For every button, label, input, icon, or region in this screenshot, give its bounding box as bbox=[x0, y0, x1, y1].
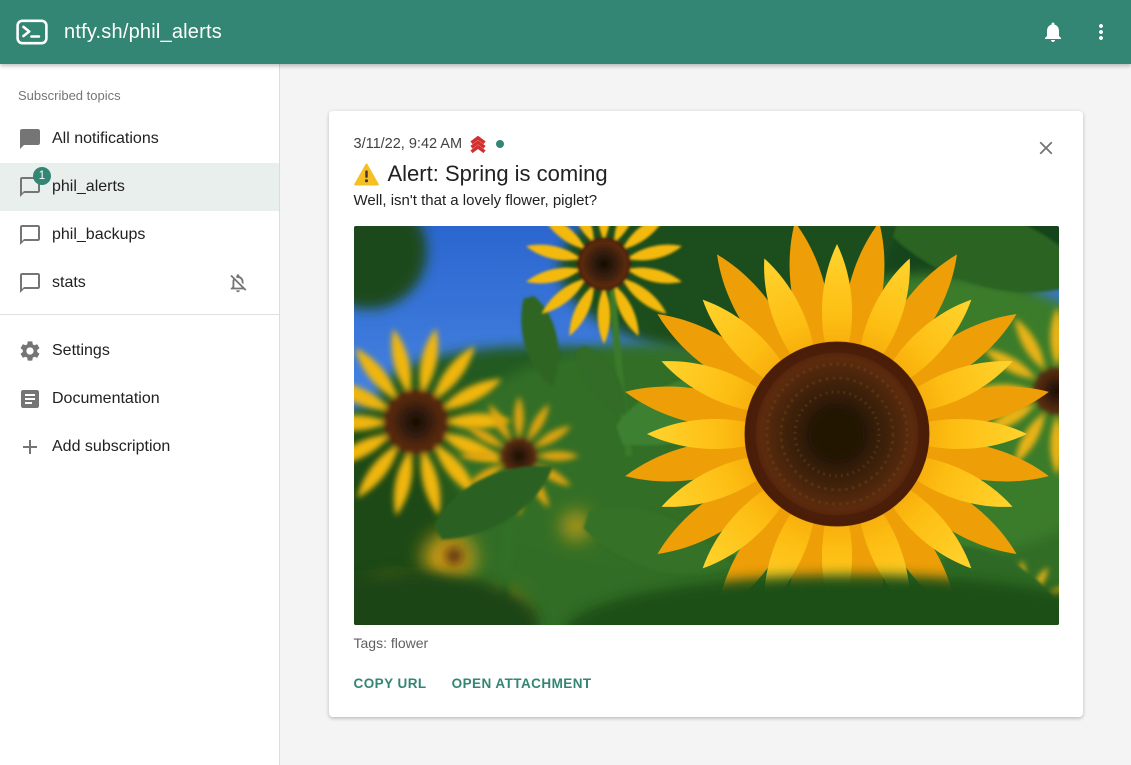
sidebar-item-phil-alerts[interactable]: 1 phil_alerts bbox=[0, 163, 279, 211]
main-content: 3/11/22, 9:42 AM bbox=[280, 64, 1131, 765]
timestamp: 3/11/22, 9:42 AM bbox=[354, 136, 463, 152]
notifications-bell-button[interactable] bbox=[1041, 20, 1065, 44]
sidebar-item-phil-backups[interactable]: phil_backups bbox=[0, 211, 279, 259]
sidebar-item-stats[interactable]: stats bbox=[0, 259, 279, 307]
sidebar-item-label: All notifications bbox=[52, 130, 159, 148]
sidebar-item-label: phil_alerts bbox=[52, 178, 125, 196]
gear-icon bbox=[18, 339, 42, 363]
sidebar-item-settings[interactable]: Settings bbox=[0, 327, 279, 375]
article-icon bbox=[18, 387, 42, 411]
sidebar-divider bbox=[0, 314, 279, 315]
notification-title: Alert: Spring is coming bbox=[388, 161, 608, 187]
sidebar: Subscribed topics All notifications 1 ph… bbox=[0, 64, 280, 765]
sidebar-item-label: stats bbox=[52, 274, 86, 292]
tags-label: Tags: flower bbox=[354, 635, 1059, 651]
notification-actions: COPY URL OPEN ATTACHMENT bbox=[354, 676, 1059, 691]
chat-bubble-outline-icon bbox=[18, 271, 42, 295]
attachment-image[interactable] bbox=[354, 226, 1059, 625]
unread-dot-icon bbox=[496, 140, 504, 148]
close-icon bbox=[1035, 137, 1057, 159]
more-vert-icon bbox=[1089, 20, 1113, 44]
sidebar-item-label: Add subscription bbox=[52, 438, 170, 456]
chat-bubble-outline-icon: 1 bbox=[18, 175, 42, 199]
subscribed-topics-label: Subscribed topics bbox=[0, 64, 279, 115]
sidebar-item-all-notifications[interactable]: All notifications bbox=[0, 115, 279, 163]
sidebar-item-label: phil_backups bbox=[52, 226, 145, 244]
notification-title-row: Alert: Spring is coming bbox=[354, 161, 1059, 187]
sidebar-item-label: Settings bbox=[52, 342, 110, 360]
open-attachment-button[interactable]: OPEN ATTACHMENT bbox=[452, 676, 592, 691]
app-header: ntfy.sh/phil_alerts bbox=[0, 0, 1131, 64]
plus-icon bbox=[18, 435, 42, 459]
unread-count-badge: 1 bbox=[33, 167, 51, 185]
sidebar-item-documentation[interactable]: Documentation bbox=[0, 375, 279, 423]
priority-max-icon bbox=[468, 135, 488, 153]
bell-off-icon bbox=[227, 272, 249, 294]
copy-url-button[interactable]: COPY URL bbox=[354, 676, 427, 691]
warning-triangle-icon bbox=[354, 163, 379, 186]
overflow-menu-button[interactable] bbox=[1089, 20, 1113, 44]
bell-icon bbox=[1041, 20, 1065, 44]
notification-card: 3/11/22, 9:42 AM bbox=[329, 111, 1083, 717]
page-title: ntfy.sh/phil_alerts bbox=[64, 21, 222, 44]
chat-bubble-filled-icon bbox=[18, 127, 42, 151]
chat-bubble-outline-icon bbox=[18, 223, 42, 247]
notification-meta: 3/11/22, 9:42 AM bbox=[354, 135, 1059, 152]
notification-body: Well, isn't that a lovely flower, piglet… bbox=[354, 192, 1059, 209]
sidebar-item-label: Documentation bbox=[52, 390, 160, 408]
ntfy-logo-icon bbox=[16, 19, 48, 45]
close-notification-button[interactable] bbox=[1035, 137, 1057, 159]
sidebar-item-add-subscription[interactable]: Add subscription bbox=[0, 423, 279, 471]
